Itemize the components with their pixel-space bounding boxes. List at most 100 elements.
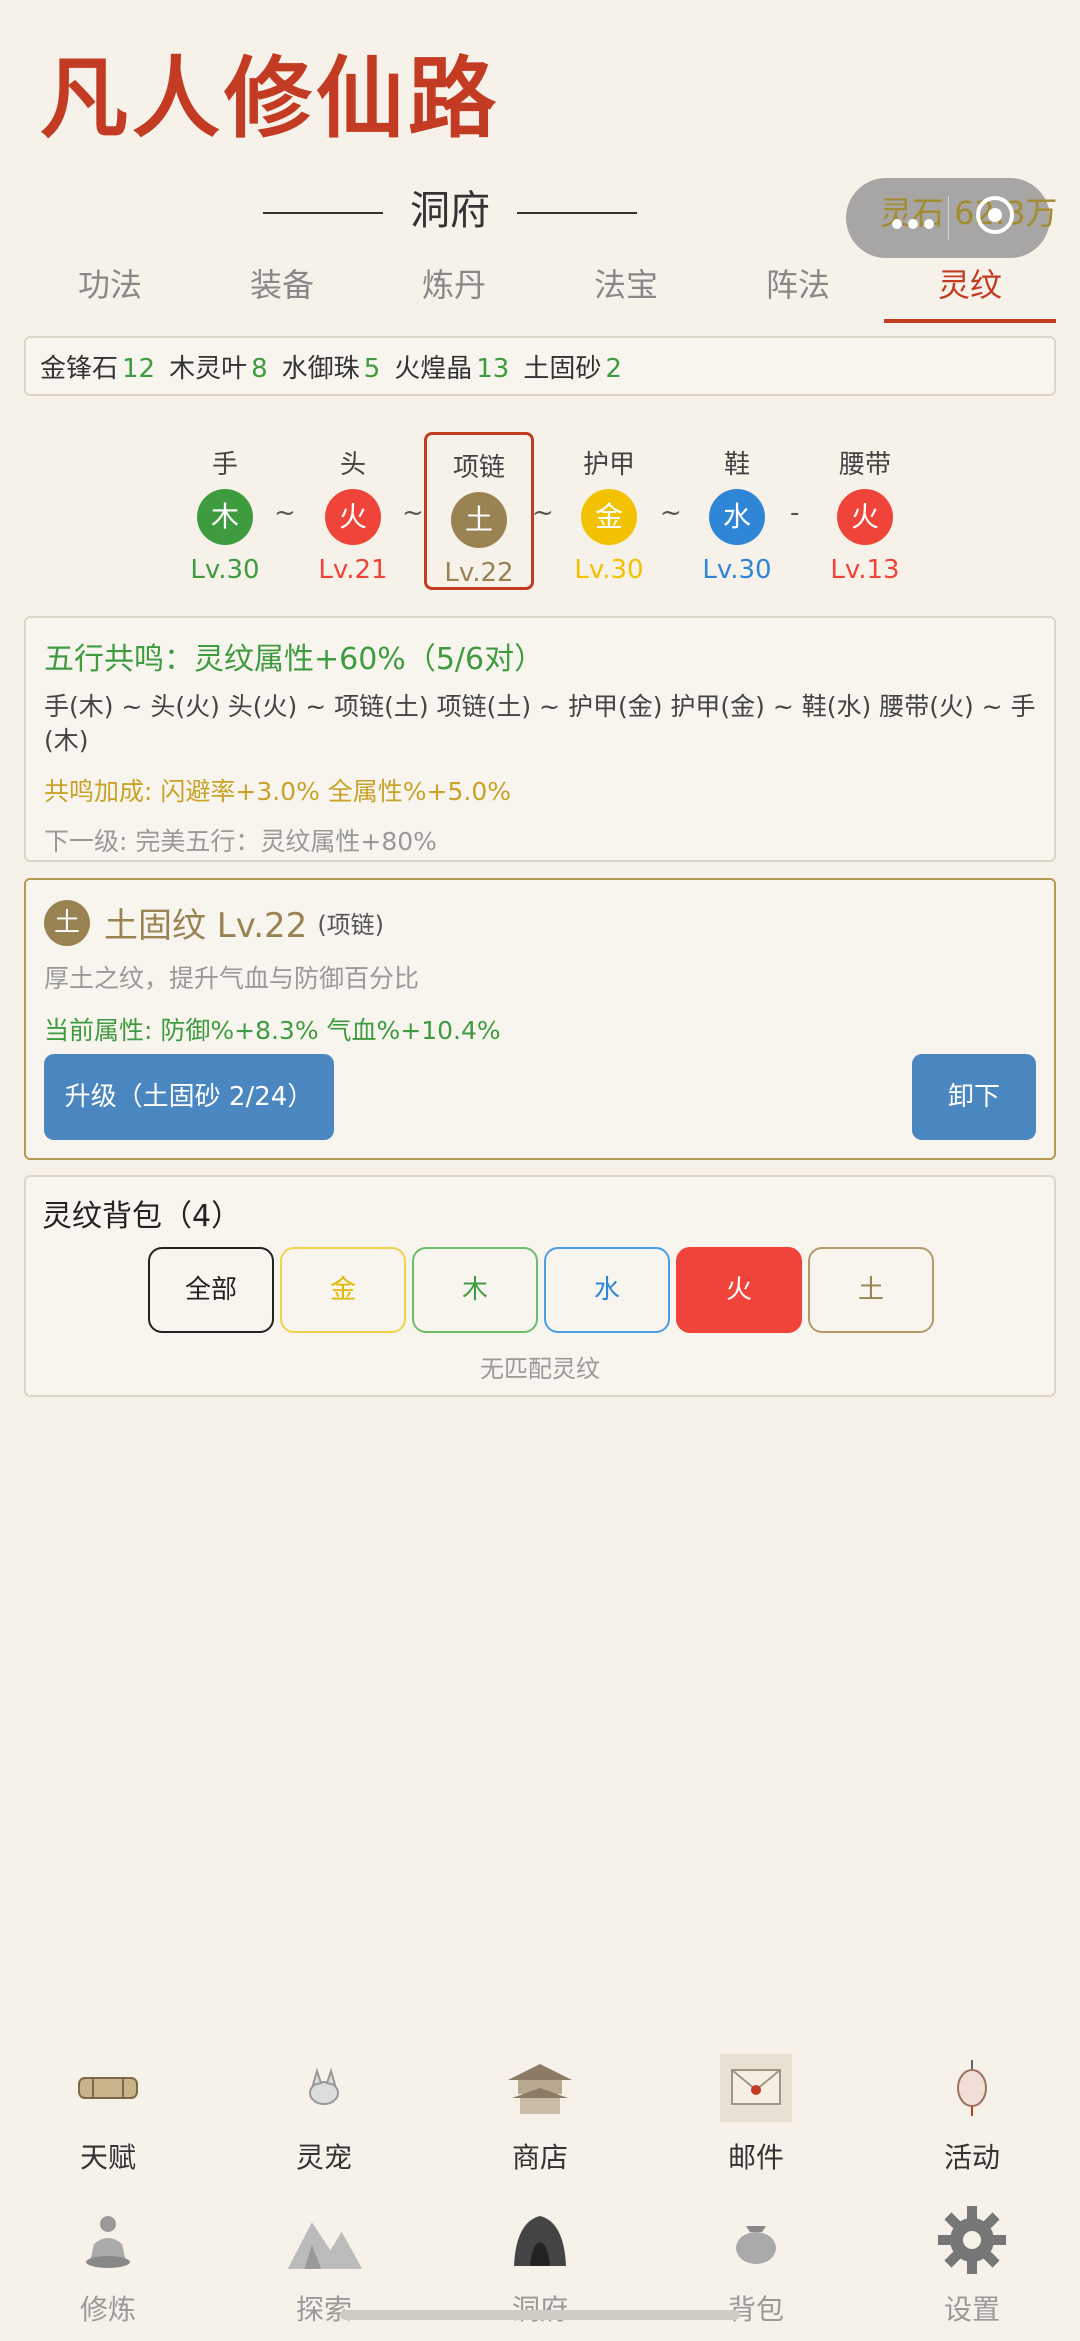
nav-label: 活动	[943, 2141, 1000, 2174]
rune-attributes: 当前属性: 防御%+8.3% 气血%+10.4%	[44, 1016, 501, 1045]
filter-all[interactable]: 全部	[148, 1247, 274, 1333]
filter-fire[interactable]: 火	[676, 1247, 802, 1333]
nav-row-bottom: 修炼 探索 洞府 背包 设置	[0, 2200, 1080, 2328]
nav-label: 洞府	[432, 2288, 648, 2328]
pavilion-icon	[500, 2048, 580, 2128]
meditation-icon	[68, 2200, 148, 2280]
tab-zhuangbei[interactable]: 装备	[196, 255, 368, 323]
mini-program-capsule[interactable]: 灵石 62.3万	[846, 178, 1057, 258]
slot-level: Lv.30	[702, 555, 772, 585]
element-badge: 木	[197, 489, 253, 545]
nav-label: 探索	[295, 2293, 352, 2326]
rune-description: 厚土之纹，提升气血与防御百分比	[44, 964, 420, 993]
more-icon[interactable]	[892, 214, 942, 229]
slot-level: Lv.13	[830, 555, 900, 585]
slot-label: 手	[211, 450, 238, 480]
filter-wood[interactable]: 木	[412, 1247, 538, 1333]
nav-cave[interactable]: 洞府	[432, 2200, 648, 2328]
nav-label: 天赋	[79, 2141, 136, 2174]
material-item: 土固砂 2	[523, 353, 622, 384]
fox-icon	[284, 2048, 364, 2128]
material-item: 火煌晶 13	[394, 353, 510, 384]
bag-icon	[716, 2200, 796, 2280]
element-badge: 水	[709, 489, 765, 545]
rune-name: 土固纹 Lv.22	[104, 906, 308, 946]
section-header: 洞府	[0, 178, 900, 236]
nav-explore[interactable]: 探索	[216, 2200, 432, 2328]
equipment-slots: 手 木 Lv.30 ~ 头 火 Lv.21 ~ 项链 土 Lv.22 ~ 护甲 …	[170, 432, 910, 590]
resonance-connector: ~	[274, 498, 296, 528]
bag-title: 灵纹背包（4）	[42, 1199, 242, 1234]
app-title: 凡人修仙路	[40, 46, 501, 150]
nav-mail[interactable]: 邮件	[648, 2048, 864, 2176]
nav-label: 修炼	[79, 2293, 136, 2326]
slot-armor[interactable]: 护甲 金 Lv.30	[554, 432, 664, 590]
slot-belt[interactable]: 腰带 火 Lv.13	[810, 432, 920, 590]
element-badge: 土	[44, 899, 90, 946]
nav-label: 商店	[511, 2141, 568, 2174]
tab-bar: 功法 装备 炼丹 法宝 阵法 灵纹	[24, 255, 1056, 323]
header-line-right	[516, 212, 637, 214]
slot-label: 护甲	[582, 450, 635, 480]
material-item: 木灵叶 8	[169, 353, 268, 384]
resonance-panel: 五行共鸣：灵纹属性+60%（5/6对） 手(木) ~ 头(火) 头(火) ~ 项…	[24, 616, 1056, 862]
nav-event[interactable]: 活动	[864, 2048, 1080, 2176]
unequip-button[interactable]: 卸下	[912, 1054, 1036, 1140]
spirit-stone-counter: 灵石 62.3万	[880, 194, 1058, 232]
nav-settings[interactable]: 设置	[864, 2200, 1080, 2328]
filter-metal[interactable]: 金	[280, 1247, 406, 1333]
slot-label: 腰带	[838, 450, 891, 480]
bag-empty-text: 无匹配灵纹	[480, 1355, 600, 1383]
header-line-left	[263, 212, 384, 214]
resonance-pairs: 手(木) ~ 头(火) 头(火) ~ 项链(土) 项链(土) ~ 护甲(金) 护…	[44, 692, 1036, 755]
page-title: 洞府	[410, 188, 490, 234]
nav-cultivate[interactable]: 修炼	[0, 2200, 216, 2328]
nav-label: 背包	[727, 2293, 784, 2326]
resonance-bonus: 共鸣加成: 闪避率+3.0% 全属性%+5.0%	[44, 777, 511, 806]
slot-label: 鞋	[723, 450, 750, 480]
tab-liandan[interactable]: 炼丹	[368, 255, 540, 323]
tab-gongfa[interactable]: 功法	[24, 255, 196, 323]
filter-water[interactable]: 水	[544, 1247, 670, 1333]
resonance-connector: -	[790, 498, 800, 528]
mountain-icon	[284, 2200, 364, 2280]
resonance-connector: ~	[532, 498, 554, 528]
slot-level: Lv.30	[190, 555, 260, 585]
element-badge: 土	[451, 492, 507, 548]
nav-label: 邮件	[727, 2141, 784, 2174]
slot-hand[interactable]: 手 木 Lv.30	[170, 432, 280, 590]
nav-pet[interactable]: 灵宠	[216, 2048, 432, 2176]
close-miniprogram-icon[interactable]	[976, 196, 1014, 234]
nav-talent[interactable]: 天赋	[0, 2048, 216, 2176]
element-badge: 火	[325, 489, 381, 545]
slot-label: 头	[339, 450, 366, 480]
slot-head[interactable]: 头 火 Lv.21	[298, 432, 408, 590]
tab-lingwen[interactable]: 灵纹	[884, 255, 1056, 323]
slot-level: Lv.21	[318, 555, 388, 585]
resonance-connector: ~	[660, 498, 682, 528]
resonance-connector: ~	[402, 498, 424, 528]
lantern-icon	[932, 2048, 1012, 2128]
resonance-title: 五行共鸣：灵纹属性+60%（5/6对）	[44, 642, 545, 677]
element-filters: 全部 金 木 水 火 土	[148, 1247, 940, 1333]
rune-detail-header: 土 土固纹 Lv.22 (项链)	[44, 898, 1036, 947]
tab-zhenfa[interactable]: 阵法	[712, 255, 884, 323]
material-item: 水御珠 5	[281, 353, 381, 384]
slot-shoes[interactable]: 鞋 水 Lv.30	[682, 432, 792, 590]
nav-bag[interactable]: 背包	[648, 2200, 864, 2328]
slot-necklace[interactable]: 项链 土 Lv.22	[424, 432, 534, 590]
nav-shop[interactable]: 商店	[432, 2048, 648, 2176]
capsule-divider	[948, 196, 949, 240]
tab-fabao[interactable]: 法宝	[540, 255, 712, 323]
upgrade-button[interactable]: 升级（土固砂 2/24）	[44, 1054, 334, 1140]
nav-label: 灵宠	[295, 2141, 352, 2174]
resonance-next-level: 下一级: 完美五行：灵纹属性+80%	[44, 827, 437, 856]
gear-icon	[932, 2200, 1012, 2280]
cave-icon	[500, 2200, 580, 2280]
home-indicator[interactable]	[340, 2310, 740, 2320]
slot-level: Lv.22	[444, 558, 514, 588]
filter-earth[interactable]: 土	[808, 1247, 934, 1333]
nav-row-top: 天赋 灵宠 商店 邮件 活动	[0, 2048, 1080, 2176]
element-badge: 火	[837, 489, 893, 545]
slot-label: 项链	[452, 453, 505, 483]
